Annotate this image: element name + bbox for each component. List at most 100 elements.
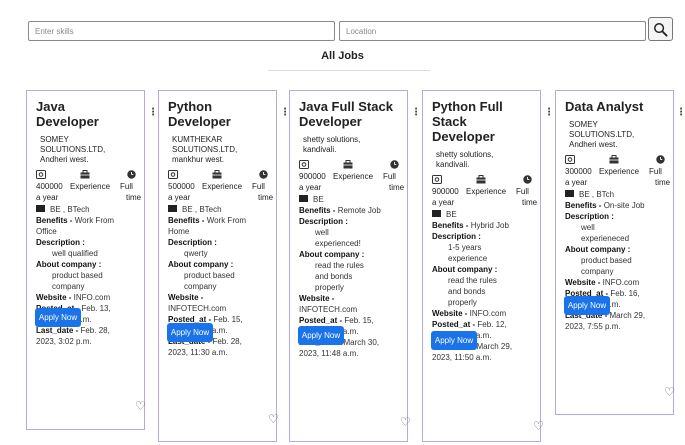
salary-value: 400000: [36, 182, 63, 191]
company-line: kandivali.: [436, 160, 470, 169]
benefits-value: Home: [168, 227, 190, 237]
apply-now-button[interactable]: Apply Now: [564, 296, 610, 315]
last-date-label: Last_date -: [36, 326, 79, 336]
job-type-value-2: time: [258, 193, 274, 202]
heart-icon[interactable]: ♡: [400, 416, 411, 428]
education: BE , BTech: [168, 204, 271, 215]
job-title[interactable]: Python Developer: [168, 99, 271, 129]
posted-at: Posted_at - Feb. 12,: [432, 319, 535, 330]
location-search-input[interactable]: [339, 21, 646, 41]
job-type-value-2: time: [522, 198, 538, 207]
description: Description :: [299, 216, 402, 227]
job-title[interactable]: Python Full Stack Developer: [432, 99, 535, 144]
apply-now-button[interactable]: Apply Now: [431, 331, 477, 350]
job-meta-icons: [168, 170, 271, 181]
about-company-label: About company :: [432, 265, 498, 275]
posted-at-value: Feb. 16,: [610, 289, 640, 299]
last-date: Last_date - Feb. 28,: [36, 325, 139, 336]
job-meta-values: 500000 Experience Full a year time: [168, 181, 274, 203]
job-meta-values: 400000 Experience Full a year time: [36, 181, 141, 203]
website-label: Website -: [36, 293, 72, 303]
about-company: About company :: [565, 244, 668, 255]
description-label: Description :: [299, 217, 348, 227]
job-title[interactable]: Data Analyst: [565, 99, 668, 114]
company-line: shetty solutions,: [303, 135, 361, 144]
company-line: mankhur west.: [172, 155, 225, 164]
job-title-line: Data Analyst: [565, 99, 644, 114]
company-name: shetty solutions, kandivali.: [436, 150, 535, 170]
benefits-value: Office: [36, 227, 57, 237]
education: BE , BTech: [36, 204, 139, 215]
company-line: kandivali.: [303, 145, 337, 154]
company-name: shetty solutions, kandivali.: [303, 135, 402, 155]
about-company-value: product based: [52, 271, 103, 281]
description: Description :: [432, 231, 535, 242]
salary-value: 500000: [168, 182, 195, 191]
description-value: 1-5 years: [448, 243, 482, 253]
experience-value: Experience: [202, 182, 243, 191]
website-label: Website -: [565, 278, 601, 288]
job-type-value: Full: [383, 172, 396, 181]
kebab-menu-icon[interactable]: ⋮: [148, 108, 158, 118]
company-line: KUMTHEKAR: [172, 135, 223, 144]
kebab-menu-icon[interactable]: ⋮: [544, 108, 554, 118]
job-card-body: Python Full Stack Developer shetty solution…: [432, 99, 538, 363]
job-card-body: Python Developer KUMTHEKAR SOLUTIONS.LTD, ma…: [168, 99, 274, 358]
apply-now-button[interactable]: Apply Now: [167, 323, 213, 342]
job-title-line: Stack: [432, 114, 467, 129]
about-company: About company :: [36, 259, 139, 270]
last-date-value: 2023, 11:30 a.m.: [168, 348, 228, 358]
job-meta-icons: [432, 175, 535, 186]
about-company-value: company: [184, 282, 217, 292]
company-line: SOLUTIONS.LTD,: [172, 145, 238, 154]
company-line: SOMEY: [40, 135, 69, 144]
heart-icon[interactable]: ♡: [135, 400, 146, 412]
job-title[interactable]: Java Developer: [36, 99, 139, 129]
job-card: Java Full Stack Developer shetty solutions…: [289, 90, 408, 442]
last-date-value: Feb. 28,: [80, 326, 110, 336]
company-line: SOLUTIONS.LTD,: [569, 130, 635, 139]
job-type-value-2: time: [389, 183, 405, 192]
last-date-value: 2023, 7:55 p.m.: [565, 322, 621, 332]
description-value: experience: [448, 254, 488, 264]
description-value: experienced!: [315, 239, 361, 249]
posted-at-value: Feb. 13,: [81, 304, 111, 314]
search-button[interactable]: [648, 17, 673, 41]
education-value: BE: [313, 195, 324, 204]
company-line: Andheri west.: [569, 140, 618, 149]
last-date-value: Feb. 28,: [212, 337, 242, 347]
apply-now-button[interactable]: Apply Now: [35, 308, 81, 327]
skills-search-input[interactable]: [28, 21, 335, 41]
education-value: BE: [446, 210, 457, 219]
salary-period: a year: [565, 178, 588, 187]
last-date-value: March 30,: [343, 338, 380, 348]
heart-icon[interactable]: ♡: [268, 413, 279, 425]
benefits: Benefits - Work From: [168, 215, 271, 226]
graduation-cap-icon: [36, 204, 45, 215]
about-company-value: read the rules: [448, 276, 497, 286]
website: Website -: [168, 292, 271, 303]
website-value[interactable]: INFOTECH.com: [168, 303, 271, 314]
job-title[interactable]: Java Full Stack Developer: [299, 99, 402, 129]
benefits: Benefits - On-site Job: [565, 200, 668, 211]
apply-now-button[interactable]: Apply Now: [298, 326, 344, 345]
salary-value: 900000: [299, 172, 326, 181]
company-name: SOMEY SOLUTIONS.LTD, Andheri west.: [40, 135, 139, 165]
last-date-value: 2023, 3:02 p.m.: [36, 337, 92, 347]
last-date-value: March 29,: [476, 342, 513, 352]
kebab-menu-icon[interactable]: ⋮: [411, 108, 421, 118]
description-value: qwerty: [184, 249, 208, 259]
salary-period: a year: [36, 193, 59, 202]
graduation-cap-icon: [565, 189, 574, 200]
heart-icon[interactable]: ♡: [664, 386, 675, 398]
company-line: SOMEY: [569, 120, 598, 129]
website-value[interactable]: INFOTECH.com: [299, 304, 402, 315]
posted-at-label: Posted_at -: [299, 316, 343, 326]
website-label: Website -: [299, 294, 335, 304]
kebab-menu-icon[interactable]: ⋮: [676, 108, 685, 118]
heart-icon[interactable]: ♡: [533, 420, 544, 432]
description-label: Description :: [432, 232, 481, 242]
description-label: Description :: [565, 212, 614, 222]
benefits-value: Work From: [74, 216, 115, 226]
job-title-line: Developer: [36, 114, 99, 129]
